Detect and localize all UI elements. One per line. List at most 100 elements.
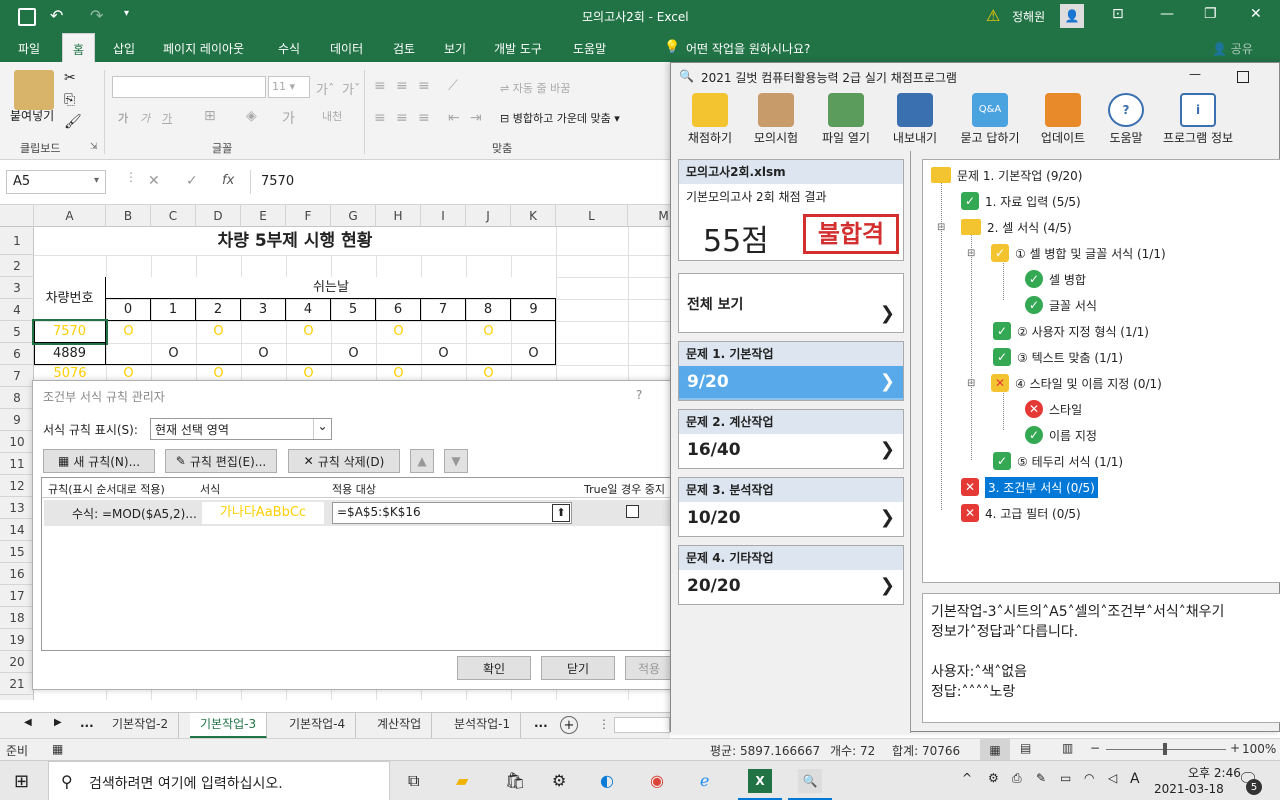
more-sheets-icon[interactable]: ... bbox=[534, 716, 548, 730]
status-sum[interactable]: 합계: 70766 bbox=[892, 742, 960, 759]
normal-view-icon[interactable]: ▦ bbox=[980, 739, 1010, 760]
tab-data[interactable]: 데이터 bbox=[330, 40, 363, 57]
column-header[interactable]: C bbox=[151, 205, 196, 227]
taskbar-search[interactable]: ⚲ 검색하려면 여기에 입력하십시오. bbox=[48, 761, 390, 800]
store-icon[interactable]: 🛍 bbox=[505, 771, 525, 790]
battery-icon[interactable]: ▭ bbox=[1060, 771, 1071, 785]
digit-header-cell[interactable]: 7 bbox=[421, 299, 466, 321]
close-icon[interactable]: ✕ bbox=[1250, 6, 1262, 22]
delete-rule-button[interactable]: ✕ 규칙 삭제(D) bbox=[288, 449, 400, 473]
row-header[interactable]: 8 bbox=[0, 387, 34, 409]
warning-icon[interactable]: ⚠ bbox=[986, 6, 1000, 25]
tree-node[interactable]: ✓ 글꼴 서식 bbox=[1025, 294, 1097, 316]
ie-icon[interactable]: ℯ bbox=[700, 771, 709, 790]
mark-cell[interactable] bbox=[421, 321, 466, 343]
mark-cell[interactable] bbox=[331, 321, 376, 343]
edge-icon[interactable]: ◐ bbox=[600, 771, 614, 790]
mark-cell[interactable]: O bbox=[241, 343, 286, 365]
align-top-icon[interactable]: ≡ bbox=[374, 78, 386, 94]
close-button[interactable]: 닫기 bbox=[541, 656, 615, 680]
mark-cell[interactable]: O bbox=[376, 321, 421, 343]
name-box[interactable]: A5 ▾ bbox=[6, 170, 106, 194]
tree-node[interactable]: ✓ ③ 텍스트 맞춤 (1/1) bbox=[993, 346, 1123, 368]
mark-cell[interactable] bbox=[151, 321, 196, 343]
holiday-header[interactable]: 쉬는날 bbox=[106, 277, 556, 299]
row-header[interactable]: 11 bbox=[0, 453, 34, 475]
row-header[interactable]: 15 bbox=[0, 541, 34, 563]
collapse-range-icon[interactable]: ⬆ bbox=[552, 504, 570, 522]
avatar[interactable]: 👤 bbox=[1060, 4, 1084, 28]
row-header[interactable]: 1 bbox=[0, 227, 34, 255]
copy-icon[interactable]: ⎘ bbox=[64, 92, 75, 108]
ime-indicator[interactable]: A bbox=[1130, 771, 1140, 787]
digit-header-cell[interactable]: 2 bbox=[196, 299, 241, 321]
row-header[interactable]: 20 bbox=[0, 651, 34, 673]
underline-button[interactable]: 가 bbox=[162, 110, 172, 126]
mark-cell[interactable]: O bbox=[376, 365, 421, 380]
page-break-view-icon[interactable]: ▥ bbox=[1062, 741, 1073, 755]
row-header[interactable]: 17 bbox=[0, 585, 34, 607]
cancel-icon[interactable]: ✕ bbox=[148, 173, 160, 189]
mark-cell[interactable]: O bbox=[106, 365, 151, 380]
windows-start-icon[interactable]: ⊞ bbox=[14, 771, 29, 792]
status-count[interactable]: 개수: 72 bbox=[830, 742, 875, 759]
tree-node[interactable]: ✕ 4. 고급 필터 (0/5) bbox=[961, 502, 1081, 524]
tree-node[interactable]: ✓ ② 사용자 지정 형식 (1/1) bbox=[993, 320, 1149, 342]
undo-icon[interactable]: ↶ bbox=[50, 6, 63, 25]
tree-node-selected[interactable]: ✕ 3. 조건부 서식 (0/5) bbox=[961, 476, 1098, 498]
increase-indent-icon[interactable]: ⇥ bbox=[470, 110, 482, 126]
file-explorer-icon[interactable]: ▰ bbox=[456, 771, 468, 790]
qna-button[interactable]: Q&A 묻고 답하기 bbox=[953, 93, 1027, 149]
digit-header-cell[interactable]: 4 bbox=[286, 299, 331, 321]
tray-expand-icon[interactable]: ^ bbox=[962, 771, 972, 785]
mark-cell[interactable] bbox=[241, 321, 286, 343]
car-number-cell[interactable]: 5076 bbox=[34, 365, 106, 380]
tab-file[interactable]: 파일 bbox=[18, 40, 40, 57]
sheet-tab-active[interactable]: 기본작업-3 bbox=[190, 713, 268, 738]
tree-node-problem1[interactable]: 문제 1. 기본작업 (9/20) bbox=[931, 164, 1082, 186]
format-painter-icon[interactable]: 🖌 bbox=[64, 114, 82, 130]
select-all-corner[interactable] bbox=[0, 205, 34, 227]
font-color-icon[interactable]: 가 bbox=[282, 108, 295, 128]
row-header[interactable]: 21 bbox=[0, 673, 34, 695]
row-header[interactable]: 7 bbox=[0, 365, 34, 387]
mark-cell[interactable] bbox=[286, 343, 331, 365]
column-header[interactable]: F bbox=[286, 205, 331, 227]
problem-card-1[interactable]: 문제 1. 기본작업 9/20 ❯ bbox=[678, 341, 904, 401]
digit-header-cell[interactable]: 9 bbox=[511, 299, 556, 321]
user-name[interactable]: 정해원 bbox=[1012, 8, 1045, 25]
update-button[interactable]: 업데이트 bbox=[1033, 93, 1093, 149]
mark-cell[interactable]: O bbox=[421, 343, 466, 365]
row-header[interactable]: 2 bbox=[0, 255, 34, 277]
view-all-card[interactable]: 전체 보기 ❯ bbox=[678, 273, 904, 333]
decrease-indent-icon[interactable]: ⇤ bbox=[448, 110, 460, 126]
tab-help[interactable]: 도움말 bbox=[573, 40, 606, 57]
sheet-title-cell[interactable]: 차량 5부제 시행 현황 bbox=[34, 227, 556, 255]
tree-node[interactable]: ⊟ 2. 셀 서식 (4/5) bbox=[937, 216, 1072, 238]
tree-node[interactable]: ✓ 이름 지정 bbox=[1025, 424, 1097, 446]
zoom-level[interactable]: 100% bbox=[1242, 742, 1276, 756]
sheet-tab[interactable]: 기본작업-2 bbox=[102, 713, 180, 738]
digit-header-cell[interactable]: 0 bbox=[106, 299, 151, 321]
zoom-out-button[interactable]: − bbox=[1090, 741, 1100, 755]
redo-icon[interactable]: ↷ bbox=[90, 6, 103, 25]
font-size-select[interactable]: 11 ▾ bbox=[268, 76, 310, 98]
column-header[interactable]: K bbox=[511, 205, 556, 227]
digit-header-cell[interactable]: 8 bbox=[466, 299, 511, 321]
row-header[interactable]: 10 bbox=[0, 431, 34, 453]
quick-access-dropdown-icon[interactable]: ▾ bbox=[124, 8, 129, 19]
orientation-icon[interactable]: ⟋ bbox=[448, 78, 458, 94]
clock-date[interactable]: 2021-03-18 bbox=[1154, 782, 1224, 796]
edit-rule-button[interactable]: ✎ 규칙 편집(E)... bbox=[165, 449, 277, 473]
italic-button[interactable]: 가 bbox=[140, 110, 150, 126]
tray-icon[interactable]: ⎙ bbox=[1012, 771, 1022, 786]
tab-home[interactable]: 홈 bbox=[62, 33, 96, 62]
sheet-tab[interactable]: 계산작업 bbox=[367, 713, 433, 738]
insert-function-icon[interactable]: fx bbox=[222, 173, 234, 188]
grow-font-icon[interactable]: 가ˆ bbox=[316, 79, 334, 98]
tree-node[interactable]: ✓ ⑤ 테두리 서식 (1/1) bbox=[993, 450, 1123, 472]
mark-cell[interactable] bbox=[106, 343, 151, 365]
column-header[interactable]: G bbox=[331, 205, 376, 227]
row-header[interactable]: 14 bbox=[0, 519, 34, 541]
mock-exam-button[interactable]: 모의시험 bbox=[749, 93, 803, 149]
